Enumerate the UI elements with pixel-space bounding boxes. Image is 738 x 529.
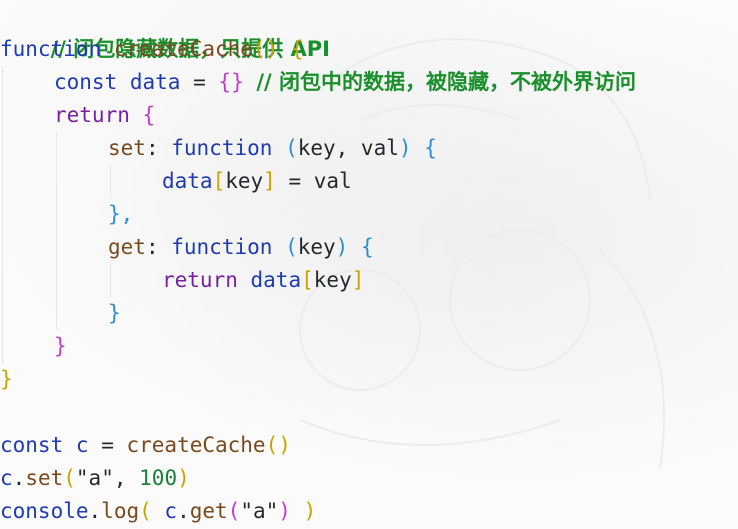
keyword-function: function: [0, 37, 102, 61]
variable: console: [0, 499, 89, 523]
code-line-9: return data[key]: [162, 264, 364, 297]
index-key: key: [313, 268, 352, 292]
params: key, val: [297, 136, 399, 160]
brace: {: [424, 136, 437, 160]
code-line-4: return {: [54, 99, 155, 132]
variable: c: [164, 499, 178, 523]
keyword-function: function: [171, 235, 273, 259]
paren-open: (: [285, 235, 298, 259]
paren-open: (: [227, 499, 241, 523]
paren-close: ): [398, 136, 412, 160]
code-line-6: data[key] = val: [162, 165, 352, 198]
paren: (): [265, 433, 291, 457]
closing-brace: }: [0, 367, 13, 391]
paren-close: ): [335, 235, 349, 259]
method-call: set: [25, 466, 64, 490]
paren-open: (: [63, 466, 76, 490]
paren-open: (: [139, 499, 152, 523]
bracket-close: ]: [263, 169, 276, 193]
keyword-const: const: [0, 433, 64, 457]
method-call: log: [101, 499, 140, 523]
assignment: = val: [288, 169, 352, 193]
brace: {: [142, 103, 156, 127]
code-line-8: get: function (key) {: [108, 231, 374, 264]
colon: :: [145, 235, 159, 259]
indent-guide: [110, 165, 111, 198]
operator: =: [101, 433, 114, 457]
paren-close: ): [177, 466, 190, 490]
variable: data: [129, 70, 181, 94]
code-line-11: }: [54, 330, 67, 363]
params: key: [297, 235, 336, 259]
function-name: createCache: [113, 37, 253, 61]
variable: data: [250, 268, 302, 292]
colon: :: [145, 136, 159, 160]
bracket-open: [: [212, 169, 226, 193]
operator: =: [193, 70, 206, 94]
keyword-return: return: [54, 103, 130, 127]
keyword-const: const: [54, 70, 118, 94]
code-line-5: set: function (key, val) {: [108, 132, 437, 165]
method-call: get: [189, 499, 228, 523]
string-literal: "a": [75, 466, 114, 490]
property-name: get: [108, 235, 146, 259]
indent-guide: [110, 264, 111, 297]
comma: ,: [113, 466, 127, 490]
function-call: createCache: [126, 433, 266, 457]
code-line-12: }: [0, 363, 13, 396]
code-line-2: function createCache() {: [0, 33, 304, 66]
bracket-open: [: [301, 268, 314, 292]
indent-guide: [56, 132, 57, 330]
variable: c: [0, 466, 13, 490]
variable: data: [162, 169, 213, 193]
dot: .: [177, 499, 190, 523]
paren-close: ): [278, 499, 291, 523]
keyword-function: function: [171, 136, 273, 160]
paren-open: (: [285, 136, 298, 160]
code-line-7: },: [108, 198, 133, 231]
indent-guide: [2, 66, 3, 363]
code-line-10: }: [108, 297, 121, 330]
brace: {: [360, 235, 374, 259]
variable: c: [75, 433, 89, 457]
dot: .: [12, 466, 26, 490]
closing-brace: }: [54, 334, 67, 358]
paren-close: ): [303, 499, 317, 523]
closing-brace: },: [108, 202, 134, 226]
closing-brace: }: [108, 301, 121, 325]
code-line-16: console.log( c.get("a") ): [0, 495, 316, 528]
number-literal: 100: [139, 466, 178, 490]
code-line-3: const data = {} // 闭包中的数据，被隐藏，不被外界访问: [54, 66, 636, 99]
object-literal: {}: [218, 70, 244, 94]
code-line-1: // 闭包隐藏数据，只提供 API: [0, 0, 330, 61]
code-editor[interactable]: // 闭包隐藏数据，只提供 API function createCache()…: [0, 0, 738, 529]
index-key: key: [225, 169, 264, 193]
comment: // 闭包中的数据，被隐藏，不被外界访问: [256, 70, 637, 94]
dot: .: [88, 499, 102, 523]
bracket-close: ]: [351, 268, 365, 292]
keyword-return: return: [162, 268, 238, 292]
brace: {: [290, 37, 304, 61]
code-line-14: const c = createCache(): [0, 429, 291, 462]
paren: (): [252, 37, 279, 61]
property-name: set: [108, 136, 146, 160]
code-line-15: c.set("a", 100): [0, 462, 190, 495]
string-literal: "a": [240, 499, 279, 523]
